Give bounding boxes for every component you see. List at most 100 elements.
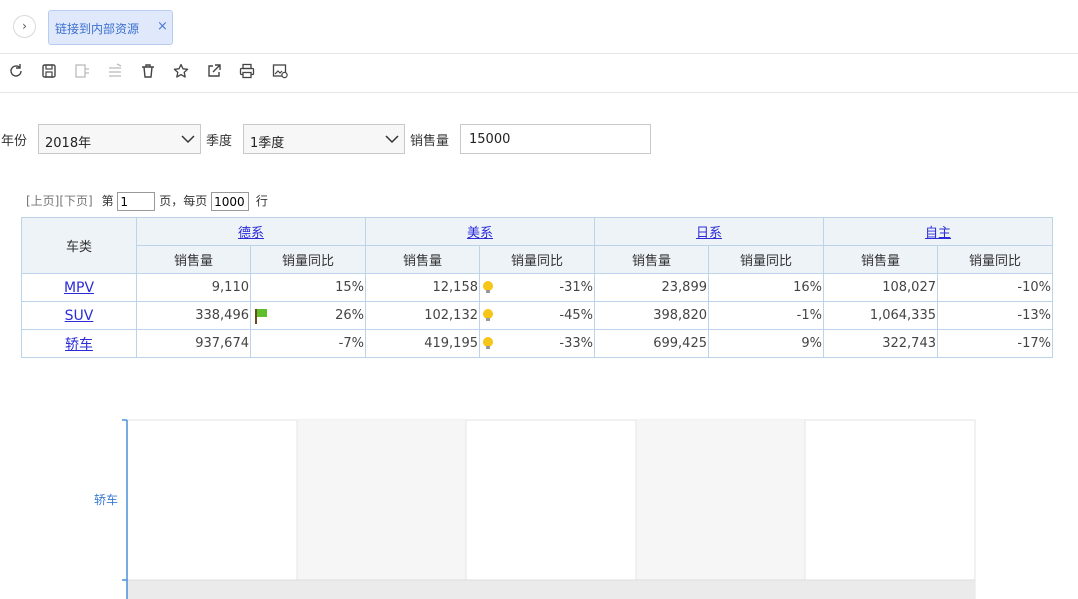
next-page-link[interactable]: [下页] xyxy=(59,194,92,208)
chart-lower-band xyxy=(127,580,975,599)
sales-cell: 108,027 xyxy=(823,273,938,302)
sales-cell: 1,064,335 xyxy=(823,301,938,330)
lightbulb-icon xyxy=(483,337,493,349)
y-axis-category-label: 轿车 xyxy=(94,492,118,507)
yoy-cell: 16% xyxy=(708,273,824,302)
sales-report-table: 车类 德系 美系 日系 自主 销售量 销量同比 销售量 销量同比 销售量 销量同… xyxy=(21,217,1053,358)
yoy-cell: 9% xyxy=(708,329,824,358)
sales-cell: 102,132 xyxy=(365,301,480,330)
sales-cell: 937,674 xyxy=(136,329,251,358)
group-header-japanese: 日系 xyxy=(594,217,824,246)
chart-band xyxy=(297,420,466,599)
corner-header: 车类 xyxy=(21,217,137,274)
category-cell: 轿车 xyxy=(21,329,137,358)
favorite-icon[interactable] xyxy=(172,62,190,80)
category-cell: MPV xyxy=(21,273,137,302)
yoy-value: -45% xyxy=(559,308,593,323)
sub-header-sales: 销售量 xyxy=(823,245,938,274)
image-settings-icon[interactable] xyxy=(271,62,289,80)
delete-icon[interactable] xyxy=(139,62,157,80)
sales-label: 销售量 xyxy=(410,134,450,149)
save-icon[interactable] xyxy=(40,62,58,80)
edit-disabled-icon xyxy=(106,62,124,80)
chevron-down-icon xyxy=(385,135,399,144)
sales-input[interactable] xyxy=(460,124,651,154)
yoy-value: -13% xyxy=(1017,308,1051,323)
group-header-american: 美系 xyxy=(365,217,595,246)
yoy-value: -7% xyxy=(338,336,364,351)
yoy-value: 26% xyxy=(335,308,364,323)
export-disabled-icon xyxy=(73,62,91,80)
quarter-select[interactable]: 1季度 xyxy=(243,124,405,154)
category-link[interactable]: SUV xyxy=(65,308,94,324)
category-link[interactable]: 轿车 xyxy=(65,337,93,353)
sales-cell: 338,496 xyxy=(136,301,251,330)
pager: [上页][下页] 第 页，每页 行 xyxy=(26,192,268,212)
group-link-german[interactable]: 德系 xyxy=(238,226,264,241)
yoy-cell: -7% xyxy=(250,329,366,358)
category-cell: SUV xyxy=(21,301,137,330)
yoy-value: -10% xyxy=(1017,280,1051,295)
expand-sidebar-button[interactable]: › xyxy=(13,15,36,38)
yoy-value: -33% xyxy=(559,336,593,351)
sales-cell: 23,899 xyxy=(594,273,709,302)
prev-page-link[interactable]: [上页] xyxy=(26,194,59,208)
quarter-select-value: 1季度 xyxy=(250,136,285,151)
yoy-value: 16% xyxy=(793,280,822,295)
print-icon[interactable] xyxy=(238,62,256,80)
chart-plot-area xyxy=(126,419,976,599)
sub-header-sales: 销售量 xyxy=(594,245,709,274)
table-row: SUV 338,496 26% 102,132 -45% 398,820 -1%… xyxy=(21,301,1053,330)
yoy-cell: -31% xyxy=(479,273,595,302)
sales-cell: 699,425 xyxy=(594,329,709,358)
toolbar xyxy=(0,54,1078,93)
sales-cell: 9,110 xyxy=(136,273,251,302)
yoy-cell: -33% xyxy=(479,329,595,358)
yoy-cell: 15% xyxy=(250,273,366,302)
table-row: MPV 9,110 15% 12,158 -31% 23,899 16% 108… xyxy=(21,273,1053,302)
tab-internal-resource[interactable]: 链接到内部资源 × xyxy=(48,10,173,45)
group-link-japanese[interactable]: 日系 xyxy=(696,226,722,241)
year-select[interactable]: 2018年 xyxy=(38,124,201,154)
rows-per-page-input[interactable] xyxy=(211,192,250,211)
share-icon[interactable] xyxy=(205,62,223,80)
category-link[interactable]: MPV xyxy=(64,280,94,296)
yoy-value: -17% xyxy=(1017,336,1051,351)
group-header-german: 德系 xyxy=(136,217,366,246)
group-link-american[interactable]: 美系 xyxy=(467,226,493,241)
chevron-right-icon: › xyxy=(22,19,27,33)
chart-band xyxy=(636,420,805,599)
yoy-value: 9% xyxy=(801,336,822,351)
sub-header-yoy: 销量同比 xyxy=(708,245,824,274)
yoy-cell: -45% xyxy=(479,301,595,330)
sub-header-sales: 销售量 xyxy=(365,245,480,274)
yoy-cell: -17% xyxy=(937,329,1053,358)
yoy-cell: 26% xyxy=(250,301,366,330)
flag-icon xyxy=(255,309,267,324)
sales-cell: 12,158 xyxy=(365,273,480,302)
yoy-value: -1% xyxy=(796,308,822,323)
year-label: 年份 xyxy=(1,134,28,149)
lightbulb-icon xyxy=(483,281,493,293)
close-icon[interactable]: × xyxy=(157,19,168,34)
sales-chart: 轿车 xyxy=(94,419,976,599)
yoy-value: -31% xyxy=(559,280,593,295)
page-number-input[interactable] xyxy=(117,192,156,211)
page-prefix: 第 xyxy=(101,194,114,208)
yoy-cell: -10% xyxy=(937,273,1053,302)
sub-header-yoy: 销量同比 xyxy=(479,245,595,274)
page-suffix: 页，每页 xyxy=(159,194,208,208)
sub-header-yoy: 销量同比 xyxy=(937,245,1053,274)
sub-header-yoy: 销量同比 xyxy=(250,245,366,274)
sales-cell: 419,195 xyxy=(365,329,480,358)
rows-suffix: 行 xyxy=(255,194,268,208)
year-select-value: 2018年 xyxy=(45,136,92,151)
sub-header-sales: 销售量 xyxy=(136,245,251,274)
refresh-icon[interactable] xyxy=(7,62,25,80)
chevron-down-icon xyxy=(181,135,195,144)
tab-label: 链接到内部资源 xyxy=(55,22,140,36)
group-link-domestic[interactable]: 自主 xyxy=(925,226,951,241)
yoy-cell: -13% xyxy=(937,301,1053,330)
yoy-value: 15% xyxy=(335,280,364,295)
lightbulb-icon xyxy=(483,309,493,321)
